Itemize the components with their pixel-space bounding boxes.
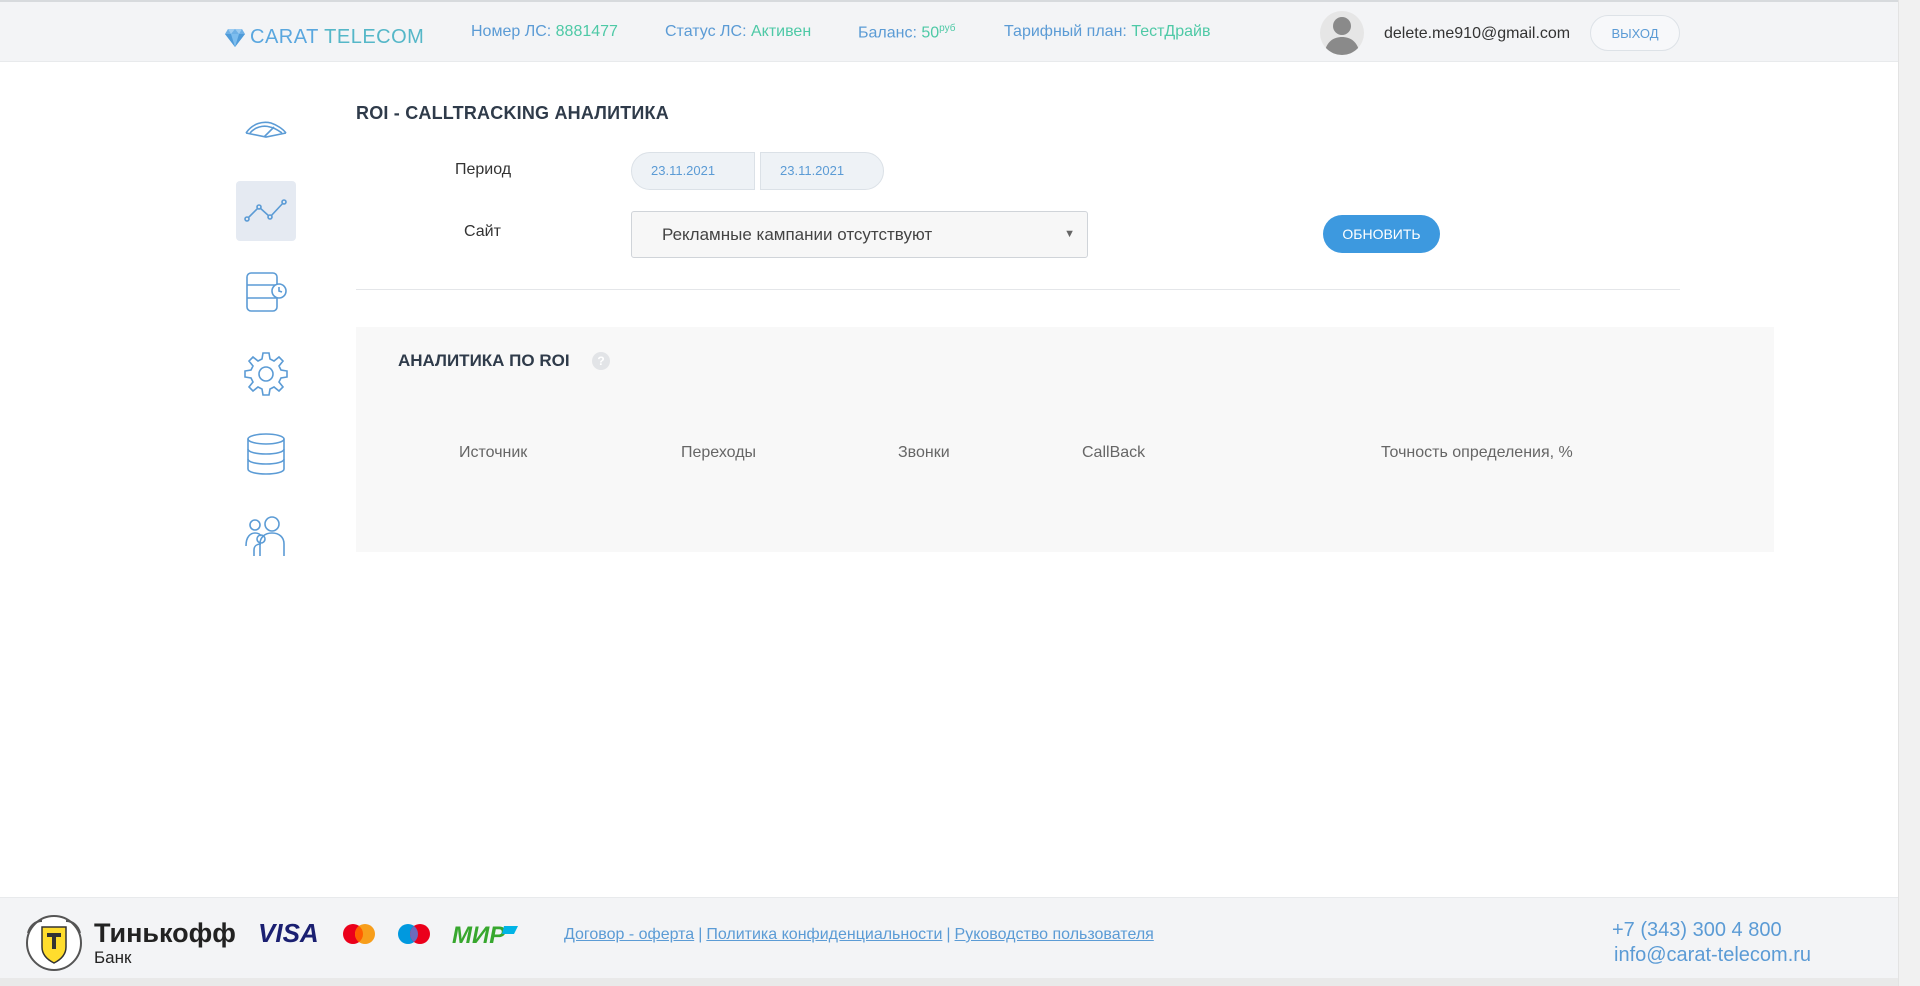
diamond-icon [225, 28, 245, 47]
site-select-value: Рекламные кампании отсутствуют [662, 225, 933, 244]
site-select[interactable]: Рекламные кампании отсутствуют ▼ [631, 211, 1088, 258]
page-footer: Тинькофф Банк VISA МИР Договор - оферта |… [0, 897, 1898, 986]
offer-agreement-link[interactable]: Договор - оферта [564, 926, 694, 943]
nav-analytics[interactable] [236, 181, 296, 241]
top-header: CARAT TELECOM Номер ЛС: 8881477 Статус Л… [0, 0, 1898, 62]
call-history-icon [246, 272, 287, 312]
analytics-chart-icon [244, 199, 287, 222]
svg-text:МИР: МИР [452, 922, 506, 946]
user-guide-link[interactable]: Руководство пользователя [955, 926, 1154, 943]
nav-dashboard[interactable] [236, 100, 296, 160]
contact-email[interactable]: info@carat-telecom.ru [1612, 943, 1811, 968]
dashboard-gauge-icon [245, 121, 287, 138]
user-email: delete.me910@gmail.com [1384, 25, 1571, 42]
visa-logo-icon: VISA [258, 920, 319, 946]
database-icon [247, 433, 285, 475]
page-title: ROI - CALLTRACKING АНАЛИТИКА [356, 103, 669, 123]
column-header-accuracy[interactable]: Точность определения, % [1381, 444, 1573, 462]
mastercard-logo-icon [343, 924, 375, 944]
horizontal-scrollbar[interactable] [0, 978, 1898, 986]
roi-analytics-panel: АНАЛИТИКА ПО ROI ? Источник Переходы Зво… [356, 327, 1774, 552]
column-header-source[interactable]: Источник [459, 444, 527, 462]
brand-logo[interactable]: CARAT TELECOM [224, 26, 424, 49]
privacy-policy-link[interactable]: Политика конфиденциальности [706, 926, 942, 943]
contact-phone[interactable]: +7 (343) 300 4 800 [1612, 918, 1811, 943]
date-to-input[interactable]: 23.11.2021 [760, 152, 884, 190]
link-separator: | [946, 926, 951, 943]
chevron-down-icon: ▼ [1064, 228, 1075, 240]
nav-call-history[interactable] [236, 262, 296, 322]
nav-database[interactable] [236, 424, 296, 484]
panel-title: АНАЛИТИКА ПО ROI [398, 351, 570, 370]
vertical-scrollbar[interactable] [1898, 0, 1920, 986]
tinkoff-bank-logo[interactable]: Тинькофф Банк [20, 913, 236, 973]
maestro-logo-icon [398, 924, 430, 944]
date-from-input[interactable]: 23.11.2021 [631, 152, 755, 190]
logout-button[interactable]: ВЫХОД [1590, 15, 1680, 51]
account-number: Номер ЛС: 8881477 [471, 23, 618, 40]
account-balance: Баланс: 50руб [858, 23, 956, 42]
nav-users[interactable] [236, 505, 296, 565]
users-icon [245, 516, 285, 556]
link-separator: | [698, 926, 703, 943]
section-divider [356, 289, 1680, 290]
svg-text:VISA: VISA [258, 920, 319, 946]
tariff-plan: Тарифный план: ТестДрайв [1004, 23, 1211, 40]
bank-name: Тинькофф Банк [94, 918, 236, 967]
footer-links: Договор - оферта | Политика конфиденциальн… [564, 926, 1154, 944]
column-header-callback[interactable]: CallBack [1082, 444, 1145, 462]
column-header-visits[interactable]: Переходы [681, 444, 756, 462]
bank-emblem-icon [26, 915, 82, 971]
account-status: Статус ЛС: Активен [665, 23, 812, 40]
user-avatar-icon[interactable] [1320, 11, 1364, 55]
column-header-calls[interactable]: Звонки [898, 444, 950, 462]
footer-contacts: +7 (343) 300 4 800 info@carat-telecom.ru [1612, 918, 1811, 968]
help-icon[interactable]: ? [592, 352, 610, 370]
nav-settings[interactable] [236, 343, 296, 403]
logo-text: CARAT TELECOM [250, 26, 425, 48]
site-label: Сайт [464, 223, 501, 240]
refresh-button[interactable]: ОБНОВИТЬ [1323, 215, 1440, 253]
settings-gear-icon [244, 352, 288, 396]
period-label: Период [455, 161, 512, 178]
mir-logo-icon: МИР [452, 922, 518, 946]
